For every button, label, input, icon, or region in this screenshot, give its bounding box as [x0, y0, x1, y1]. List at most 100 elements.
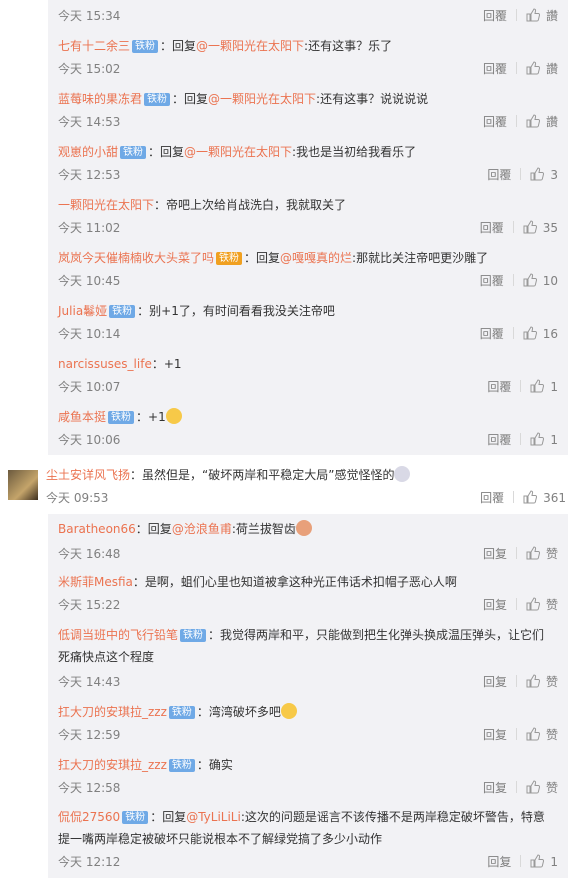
like-label: 赞	[545, 547, 558, 561]
reply-content: ：是啊，蛆们心里也知道被拿这种光正伟话术扣帽子恶心人啊	[132, 575, 457, 589]
reply-username[interactable]: 咸鱼本挺	[58, 410, 106, 424]
reply-username[interactable]: 蓝莓味的果冻君	[58, 92, 142, 106]
reply-prefix: ：回复	[244, 251, 281, 265]
thumbs-up-icon	[530, 167, 545, 181]
like-count: 1	[550, 433, 558, 447]
reply-actions: 回覆 16	[480, 326, 558, 342]
like-button[interactable]: 讚	[526, 8, 558, 24]
like-button[interactable]: 1	[530, 432, 558, 448]
reply-text: 侃侃27560 铁粉 ：回复@TyLiLiLi:这次的问题是谣言不该传播不是两岸稳定…	[58, 806, 556, 850]
reply-actions: 回覆 1	[487, 432, 558, 448]
reply-username[interactable]: 低调当班中的飞行铅笔	[58, 628, 178, 642]
divider	[515, 728, 517, 740]
reply-username[interactable]: 侃侃27560	[58, 810, 120, 824]
reply-username[interactable]: Julia鬈娅	[58, 304, 107, 318]
reply-time: 今天 12:59	[58, 728, 121, 742]
reply-button[interactable]: 回复	[487, 854, 511, 870]
reply-actions: 回复 赞	[483, 546, 558, 562]
reply-username[interactable]: 米斯菲Mesfia	[58, 575, 133, 589]
like-label: 赞	[545, 598, 558, 612]
reply-text: 咸鱼本挺 铁粉 ：+1	[58, 406, 556, 428]
fan-badge: 铁粉	[180, 629, 207, 642]
like-button[interactable]: 赞	[526, 674, 558, 690]
mention-link[interactable]: @TyLiLiLi	[186, 810, 241, 824]
reply-button[interactable]: 回覆	[483, 61, 507, 77]
like-button[interactable]: 1	[530, 379, 558, 395]
reply-time: 今天 14:43	[58, 675, 121, 689]
reply-actions: 回覆 3	[487, 167, 558, 183]
reply-content: ：湾湾破坏多吧	[196, 705, 281, 719]
reply-username[interactable]: 扛大刀的安琪拉_zzz	[58, 705, 167, 719]
reply-button[interactable]: 回覆	[483, 114, 507, 130]
reply-prefix: ：回复	[148, 145, 185, 159]
reply-button[interactable]: 回覆	[487, 167, 511, 183]
reply-button[interactable]: 回复	[483, 727, 507, 743]
reply-time: 今天 12:58	[58, 781, 121, 795]
reply-username[interactable]: 观崽的小甜	[58, 145, 118, 159]
mention-link[interactable]: @嘎嘎真的烂	[280, 251, 352, 265]
reply-prefix: ：回复	[160, 39, 197, 53]
reply-username[interactable]: 扛大刀的安琪拉_zzz	[58, 758, 167, 772]
like-button[interactable]: 赞	[526, 780, 558, 796]
reply-username[interactable]: Baratheon66	[58, 522, 136, 536]
reply-time: 今天 10:45	[58, 274, 121, 288]
reply-content: ：帝吧上次给肖战洗白，我就取关了	[154, 198, 347, 212]
like-button[interactable]: 讚	[526, 61, 558, 77]
like-button[interactable]: 35	[523, 220, 558, 236]
mention-link[interactable]: @一颗阳光在太阳下	[196, 39, 304, 53]
reply-button[interactable]: 回复	[483, 780, 507, 796]
reply-content: :还有这事？乐了	[304, 39, 393, 53]
reply-username[interactable]: 一颗阳光在太阳下	[58, 198, 154, 212]
reply-button[interactable]: 回复	[483, 674, 507, 690]
reply-actions: 回复 赞	[483, 597, 558, 613]
reply-username[interactable]: narcissuses_life	[58, 357, 152, 371]
like-count: 3	[550, 168, 558, 182]
reply-text: Baratheon66：回复@沧浪鱼甫:荷兰拔智齿	[58, 518, 556, 540]
reply-button[interactable]: 回覆	[487, 432, 511, 448]
like-button[interactable]: 3	[530, 167, 558, 183]
like-button[interactable]: 1	[530, 854, 558, 870]
mention-link[interactable]: @沧浪鱼甫	[172, 522, 232, 536]
divider	[520, 380, 522, 392]
reply-username[interactable]: 岚岚今天催楠楠收大头菜了吗	[58, 251, 214, 265]
fan-badge: 铁粉	[122, 811, 149, 824]
reply-time: 今天 12:53	[58, 168, 121, 182]
reply-button[interactable]: 回覆	[483, 8, 507, 24]
like-count: 361	[543, 491, 566, 505]
mention-link[interactable]: @一颗阳光在太阳下	[184, 145, 292, 159]
reply-content: ：+1	[136, 410, 166, 424]
reply-time: 今天 10:07	[58, 380, 121, 394]
thumbs-up-icon	[530, 854, 545, 868]
like-label: 赞	[545, 675, 558, 689]
mention-link[interactable]: @一颗阳光在太阳下	[208, 92, 316, 106]
reply-time: 今天 16:48	[58, 547, 121, 561]
divider	[512, 327, 514, 339]
reply-prefix: ：回复	[150, 810, 187, 824]
reply-content: :荷兰拔智齿	[231, 522, 296, 536]
like-button[interactable]: 讚	[526, 114, 558, 130]
like-button[interactable]: 赞	[526, 546, 558, 562]
reply-time: 今天 11:02	[58, 221, 121, 235]
reply-button[interactable]: 回覆	[480, 220, 504, 236]
reply-button[interactable]: 回复	[483, 546, 507, 562]
reply-actions: 回覆 35	[480, 220, 558, 236]
fan-badge: 铁粉	[168, 759, 195, 772]
like-button[interactable]: 361	[523, 490, 566, 506]
reply-prefix: ：回复	[172, 92, 209, 106]
like-button[interactable]: 16	[523, 326, 558, 342]
like-count: 10	[542, 274, 558, 288]
comment-username[interactable]: 尘土安详风飞扬	[46, 468, 130, 482]
reply-time: 今天 15:02	[58, 62, 121, 76]
like-button[interactable]: 10	[523, 273, 558, 289]
like-button[interactable]: 赞	[526, 727, 558, 743]
thumbs-up-icon	[526, 674, 540, 688]
reply-button[interactable]: 回覆	[487, 379, 511, 395]
reply-button[interactable]: 回复	[483, 597, 507, 613]
reply-button[interactable]: 回覆	[480, 273, 504, 289]
reply-text: Julia鬈娅 铁粉 ：别+1了，有时间看看我没关注帝吧	[58, 300, 556, 322]
reply-button[interactable]: 回覆	[480, 326, 504, 342]
avatar[interactable]	[8, 470, 38, 500]
like-button[interactable]: 赞	[526, 597, 558, 613]
reply-button[interactable]: 回覆	[480, 490, 504, 506]
reply-username[interactable]: 七有十二余三	[58, 39, 130, 53]
